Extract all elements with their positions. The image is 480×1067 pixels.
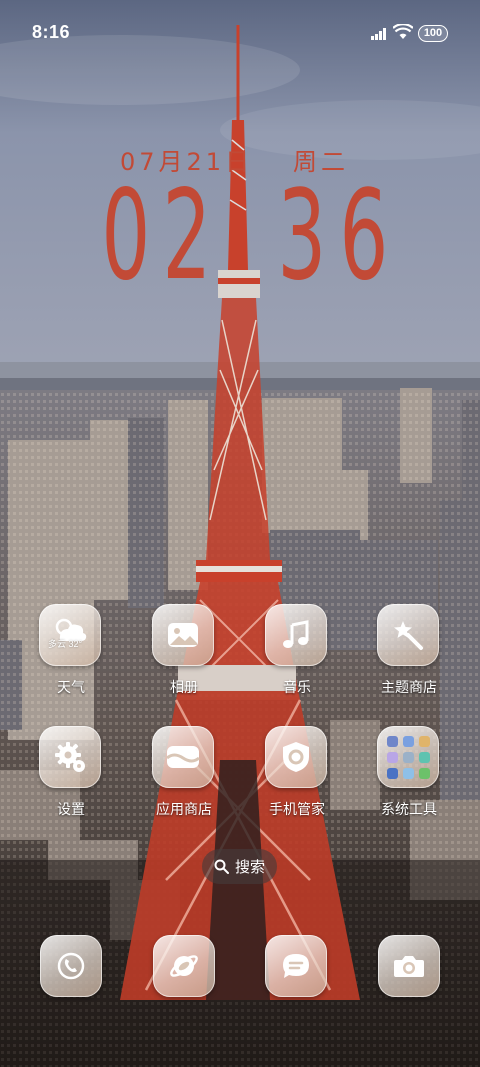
dock-browser[interactable] [153,935,215,997]
status-time: 8:16 [32,22,71,42]
gallery-icon [152,604,214,666]
message-icon [265,935,327,997]
status-bar: 8:16 100 [0,0,480,66]
dock-camera[interactable] [378,935,440,997]
gear-icon [39,726,101,788]
app-label: 主题商店 [381,679,437,695]
app-store[interactable]: 应用商店 [136,726,232,836]
app-phone-manager[interactable]: 手机管家 [249,726,345,836]
weather-icon: 多云 32° [39,604,101,666]
search-button[interactable]: 搜索 [202,849,277,884]
weather-mini-text: 多云 32° [48,639,83,649]
phone-icon [40,935,102,997]
browser-icon [153,935,215,997]
theme-wand-icon [377,604,439,666]
music-icon [265,604,327,666]
dock-phone[interactable] [40,935,102,997]
app-gallery[interactable]: 相册 [136,604,232,714]
app-weather[interactable]: 多云 32° 天气 [23,604,119,714]
app-store-icon [152,726,214,788]
app-label: 音乐 [283,679,311,695]
folder-icon [377,726,439,788]
clock-minute-tens: 3 [277,164,327,308]
battery-indicator: 100 [418,25,448,42]
app-system-tools[interactable]: 系统工具 [361,726,457,836]
wifi-icon [393,24,413,39]
shield-icon [265,726,327,788]
app-music[interactable]: 音乐 [249,604,345,714]
clock-minute-ones: 6 [339,164,389,308]
dock-messages[interactable] [265,935,327,997]
app-label: 应用商店 [156,801,212,817]
search-icon [214,859,229,874]
clock-hour-tens: 0 [101,164,151,308]
clock-hour-ones: 2 [162,164,212,308]
app-label: 系统工具 [381,801,437,817]
search-label: 搜索 [234,859,265,876]
camera-icon [378,935,440,997]
app-label: 设置 [57,801,85,817]
app-theme-store[interactable]: 主题商店 [361,604,457,714]
cellular-signal-icon [371,28,386,40]
app-label: 手机管家 [269,801,325,817]
app-label: 天气 [57,679,85,695]
app-label: 相册 [170,679,198,695]
app-settings[interactable]: 设置 [23,726,119,836]
